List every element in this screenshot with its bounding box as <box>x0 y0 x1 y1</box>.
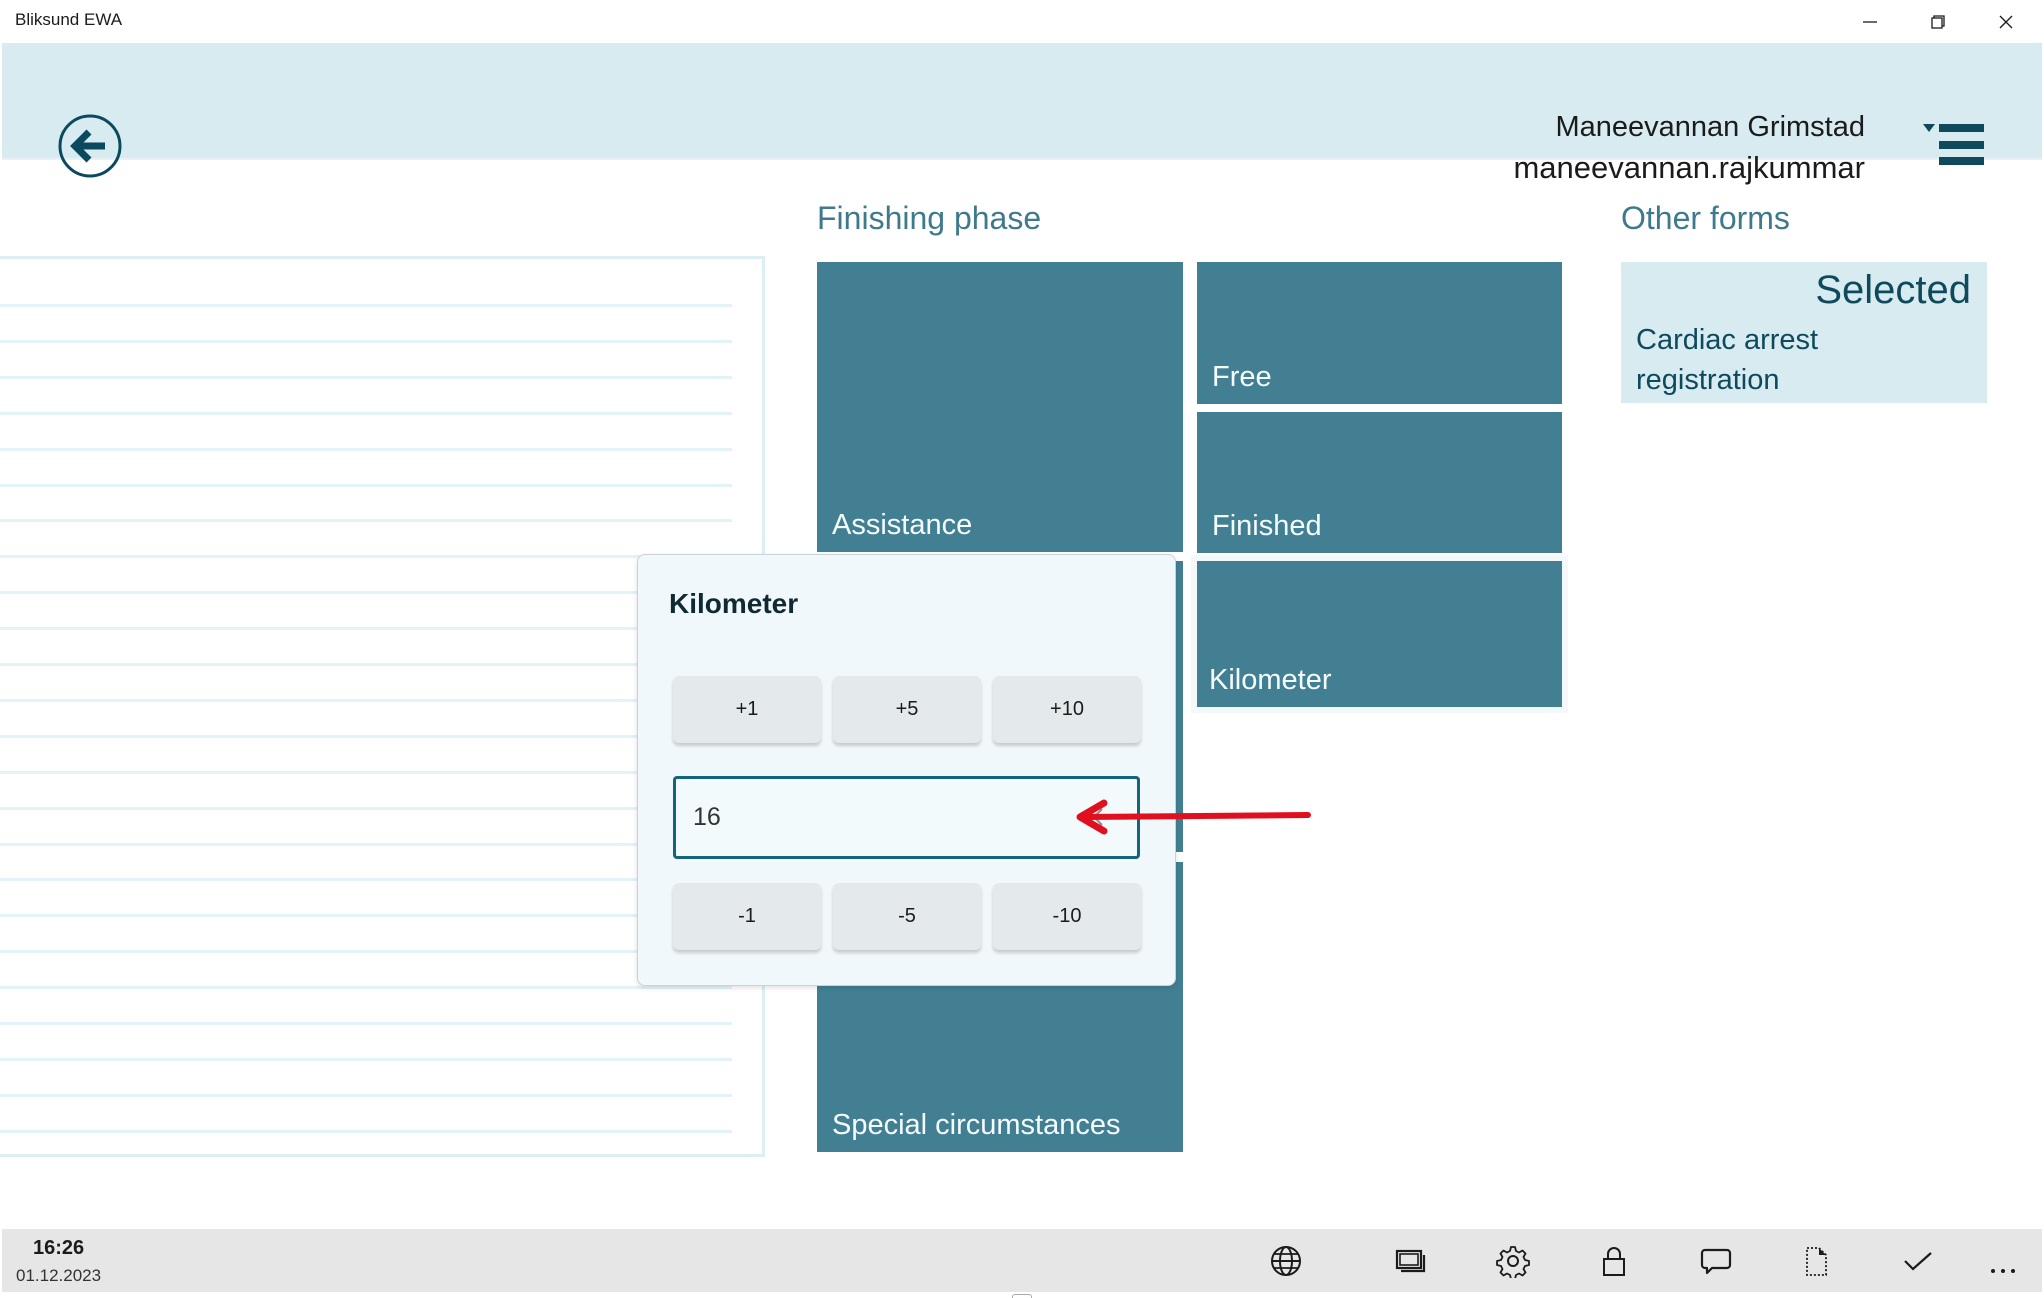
close-icon <box>1999 15 2013 28</box>
list-row-divider <box>0 770 732 774</box>
bottom-app-bar: 16:26 01.12.2023 <box>2 1229 2042 1292</box>
comment-icon <box>1700 1248 1732 1275</box>
form-status-badge: Selected <box>1815 268 1971 312</box>
decrement-1-button[interactable]: -1 <box>673 883 821 950</box>
list-row-divider <box>0 878 732 882</box>
list-row-divider <box>0 1057 732 1061</box>
increment-5-button[interactable]: +5 <box>833 676 981 743</box>
settings-button[interactable] <box>1491 1239 1535 1283</box>
list-row-divider <box>0 1093 732 1097</box>
list-row-divider <box>0 627 732 631</box>
list-row-divider <box>0 734 732 738</box>
list-row-divider <box>0 663 732 666</box>
increment-10-button[interactable]: +10 <box>993 676 1141 743</box>
complete-button[interactable] <box>1896 1239 1940 1283</box>
list-row-divider <box>0 986 732 990</box>
list-row-divider <box>0 339 732 343</box>
dialog-title: Kilometer <box>669 588 799 619</box>
tile-kilometer[interactable]: Kilometer <box>1197 561 1562 707</box>
tile-label: Kilometer <box>1209 664 1332 696</box>
title-bar: Bliksund EWA <box>0 0 2044 43</box>
user-login: maneevannan.rajkummar <box>1513 150 1865 185</box>
form-card-cardiac-arrest[interactable]: Selected Cardiac arrest registration <box>1621 262 1987 403</box>
language-button[interactable] <box>1264 1239 1308 1283</box>
increment-1-button[interactable]: +1 <box>673 676 821 743</box>
tile-assistance[interactable]: Assistance <box>817 262 1183 552</box>
clock-date: 01.12.2023 <box>16 1266 102 1285</box>
tile-finished[interactable]: Finished <box>1197 412 1562 553</box>
kilometer-dialog: Kilometer +1 +5 +10 -1 -5 -10 <box>637 554 1176 986</box>
list-row-divider <box>0 914 732 918</box>
back-button[interactable] <box>57 113 123 179</box>
minimize-button[interactable] <box>1836 0 1904 43</box>
hamburger-dropdown-icon <box>1923 124 1984 165</box>
list-row-divider <box>0 698 732 702</box>
list-row-divider <box>0 519 732 523</box>
bottom-handle[interactable] <box>1012 1294 1032 1298</box>
user-name: Maneevannan Grimstad <box>1555 111 1866 143</box>
list-row-divider <box>0 555 732 559</box>
list-row-divider <box>0 806 732 810</box>
globe-icon <box>1271 1246 1301 1276</box>
decrement-10-button[interactable]: -10 <box>993 883 1141 950</box>
tile-label: Special circumstances <box>832 1109 1121 1141</box>
tile-label: Free <box>1212 361 1272 393</box>
other-forms-title: Other forms <box>1621 200 1790 236</box>
lock-button[interactable] <box>1592 1239 1636 1283</box>
list-row-divider <box>0 591 732 595</box>
kilometer-input[interactable] <box>673 776 1140 859</box>
list-row-divider <box>0 447 732 451</box>
minimize-icon <box>1863 20 1877 23</box>
switch-screen-button[interactable] <box>1389 1239 1433 1283</box>
arrow-left-circle-icon <box>58 114 122 178</box>
list-row-divider <box>0 375 732 379</box>
document-button[interactable] <box>1794 1239 1838 1283</box>
list-row-divider <box>0 842 732 846</box>
finishing-phase-title: Finishing phase <box>817 200 1042 236</box>
checkmark-icon <box>1904 1252 1932 1271</box>
tile-label: Assistance <box>832 509 973 541</box>
tile-label: Finished <box>1212 510 1322 542</box>
lock-icon <box>1603 1247 1625 1276</box>
form-name: Cardiac arrest registration <box>1636 324 1819 396</box>
user-info: Maneevannan Grimstad maneevannan.rajkumm… <box>1513 107 1865 189</box>
settings-gear-icon <box>1496 1246 1530 1278</box>
list-row-divider <box>0 411 732 415</box>
list-row-divider <box>0 483 732 487</box>
list-row-divider <box>0 1022 732 1025</box>
list-row-divider <box>0 950 732 954</box>
main-menu-button[interactable] <box>1916 115 1988 175</box>
list-row-divider <box>0 1129 732 1133</box>
decrement-5-button[interactable]: -5 <box>833 883 981 950</box>
list-row-divider <box>0 304 732 307</box>
clock-time: 16:26 <box>33 1237 85 1259</box>
screens-icon <box>1395 1249 1426 1273</box>
app-title: Bliksund EWA <box>15 10 123 29</box>
restore-button[interactable] <box>1904 0 1972 43</box>
restore-icon <box>1931 14 1945 29</box>
app-header: Maneevannan Grimstad maneevannan.rajkumm… <box>2 43 2042 185</box>
more-button[interactable] <box>1981 1239 2025 1283</box>
tile-free[interactable]: Free <box>1197 262 1562 404</box>
more-icon <box>1991 1269 2015 1273</box>
document-icon <box>1806 1247 1827 1276</box>
close-button[interactable] <box>1972 0 2040 43</box>
comment-button[interactable] <box>1694 1239 1738 1283</box>
clear-backspace-icon[interactable] <box>1078 799 1108 835</box>
